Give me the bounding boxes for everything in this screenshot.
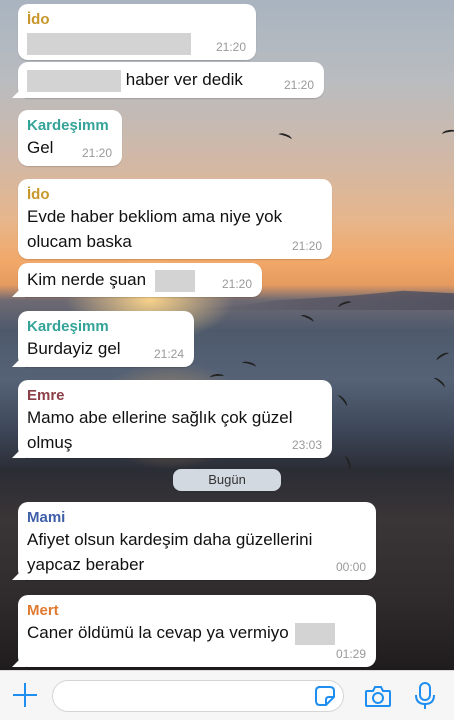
- message-bubble[interactable]: Kim nerde şuan 21:20: [12, 263, 262, 297]
- message-text: Evde haber bekliom ama niye yok: [27, 207, 283, 226]
- sender-name: Emre: [27, 387, 65, 404]
- message-text: Burdayiz gel: [27, 339, 121, 358]
- redacted-text: [154, 269, 195, 292]
- sender-name: Mert: [27, 602, 59, 619]
- message-text: haber ver dedik: [27, 67, 315, 92]
- microphone-icon[interactable]: [412, 681, 438, 711]
- redacted-text: [27, 33, 191, 56]
- sender-name: Mami: [27, 509, 66, 526]
- message-bubble[interactable]: Kardeşimm Gel 21:20: [18, 110, 122, 166]
- redacted-text: [295, 622, 336, 645]
- camera-icon[interactable]: [364, 683, 392, 709]
- message-text: Caner öldümü la cevap ya vermiyo: [27, 620, 367, 645]
- message-bubble[interactable]: Mami Afiyet olsun kardeşim daha güzeller…: [12, 502, 376, 580]
- message-bubble[interactable]: İdo 21:20: [18, 4, 256, 60]
- redacted-text: [27, 69, 121, 92]
- message-text: Gel: [27, 138, 54, 157]
- plus-icon[interactable]: [12, 682, 38, 708]
- message-bubble[interactable]: İdo Evde haber bekliom ama niye yok oluc…: [18, 179, 332, 259]
- message-text: yapcaz beraber: [27, 555, 145, 574]
- message-text: Mamo abe ellerine sağlık çok güzel: [27, 408, 293, 427]
- message-input[interactable]: [52, 680, 344, 712]
- message-bubble[interactable]: Mert Caner öldümü la cevap ya vermiyo 01…: [12, 595, 376, 667]
- message-list[interactable]: İdo 21:20 haber ver dedik 21:20 Kardeşim…: [0, 0, 454, 670]
- message-time: 21:20: [291, 239, 322, 253]
- message-text: olucam baska: [27, 232, 132, 251]
- message-time: 21:20: [221, 277, 252, 291]
- message-text: Afiyet olsun kardeşim daha güzellerini: [27, 530, 313, 549]
- message-time: 21:20: [215, 40, 246, 54]
- message-time: 00:00: [335, 560, 366, 574]
- date-divider: Bugün: [173, 469, 281, 491]
- message-text: [27, 29, 247, 56]
- sender-name: Kardeşimm: [27, 117, 109, 134]
- message-text: olmuş: [27, 433, 73, 452]
- message-text-content: Caner öldümü la cevap ya vermiyo: [27, 623, 289, 642]
- message-bubble[interactable]: Emre Mamo abe ellerine sağlık çok güzel …: [12, 380, 332, 458]
- message-bubble[interactable]: Kardeşimm Burdayiz gel 21:24: [12, 311, 194, 367]
- message-text-content: haber ver dedik: [125, 70, 243, 89]
- message-time: 23:03: [291, 438, 322, 452]
- message-time: 21:20: [283, 78, 314, 92]
- sender-name: İdo: [27, 186, 50, 203]
- composer-bar: [0, 670, 454, 720]
- sticker-icon[interactable]: [314, 685, 336, 707]
- sender-name: Kardeşimm: [27, 318, 109, 335]
- message-time: 01:29: [335, 647, 366, 661]
- message-time: 21:20: [81, 146, 112, 160]
- sender-name: İdo: [27, 11, 50, 28]
- message-time: 21:24: [153, 347, 184, 361]
- message-text-content: Kim nerde şuan: [27, 270, 147, 289]
- message-text: Kim nerde şuan: [27, 267, 253, 292]
- message-bubble[interactable]: haber ver dedik 21:20: [12, 62, 324, 98]
